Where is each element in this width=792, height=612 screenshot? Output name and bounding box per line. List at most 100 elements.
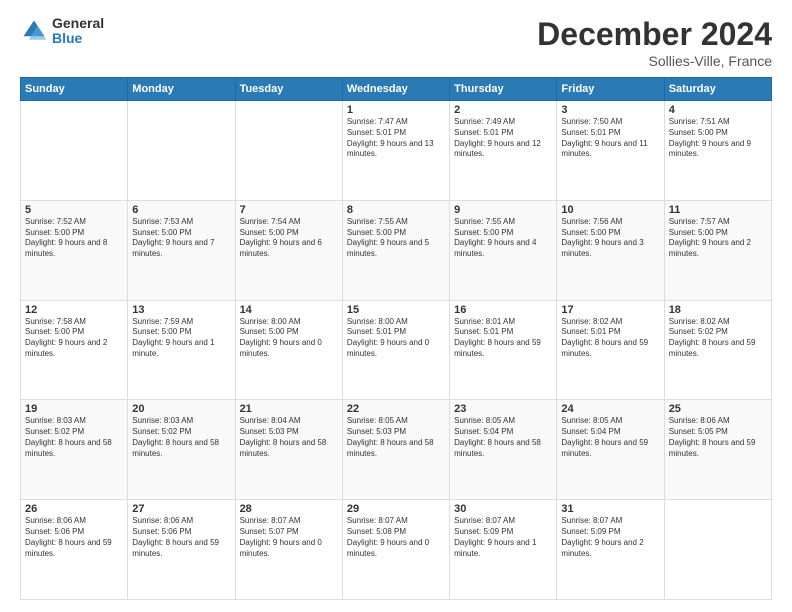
logo-general-text: General xyxy=(52,16,104,31)
calendar-cell: 7Sunrise: 7:54 AMSunset: 5:00 PMDaylight… xyxy=(235,200,342,300)
calendar-cell: 31Sunrise: 8:07 AMSunset: 5:09 PMDayligh… xyxy=(557,500,664,600)
calendar-cell: 30Sunrise: 8:07 AMSunset: 5:09 PMDayligh… xyxy=(450,500,557,600)
calendar-cell: 5Sunrise: 7:52 AMSunset: 5:00 PMDaylight… xyxy=(21,200,128,300)
day-info: Sunrise: 8:04 AMSunset: 5:03 PMDaylight:… xyxy=(240,416,338,459)
calendar-cell: 1Sunrise: 7:47 AMSunset: 5:01 PMDaylight… xyxy=(342,101,449,201)
calendar-cell: 9Sunrise: 7:55 AMSunset: 5:00 PMDaylight… xyxy=(450,200,557,300)
header: General Blue December 2024 Sollies-Ville… xyxy=(20,16,772,69)
day-number: 7 xyxy=(240,204,338,216)
col-thursday: Thursday xyxy=(450,78,557,101)
calendar-cell: 25Sunrise: 8:06 AMSunset: 5:05 PMDayligh… xyxy=(664,400,771,500)
calendar-cell: 27Sunrise: 8:06 AMSunset: 5:06 PMDayligh… xyxy=(128,500,235,600)
day-number: 23 xyxy=(454,403,552,415)
location: Sollies-Ville, France xyxy=(537,53,772,69)
logo-icon xyxy=(20,17,48,45)
calendar-cell: 4Sunrise: 7:51 AMSunset: 5:00 PMDaylight… xyxy=(664,101,771,201)
calendar-cell: 26Sunrise: 8:06 AMSunset: 5:06 PMDayligh… xyxy=(21,500,128,600)
calendar-cell: 13Sunrise: 7:59 AMSunset: 5:00 PMDayligh… xyxy=(128,300,235,400)
day-number: 13 xyxy=(132,304,230,316)
day-number: 28 xyxy=(240,503,338,515)
col-sunday: Sunday xyxy=(21,78,128,101)
day-number: 6 xyxy=(132,204,230,216)
day-info: Sunrise: 8:03 AMSunset: 5:02 PMDaylight:… xyxy=(25,416,123,459)
calendar-table: Sunday Monday Tuesday Wednesday Thursday… xyxy=(20,77,772,600)
logo-blue-text: Blue xyxy=(52,31,104,46)
calendar-cell: 3Sunrise: 7:50 AMSunset: 5:01 PMDaylight… xyxy=(557,101,664,201)
day-info: Sunrise: 8:00 AMSunset: 5:00 PMDaylight:… xyxy=(240,317,338,360)
calendar-row: 26Sunrise: 8:06 AMSunset: 5:06 PMDayligh… xyxy=(21,500,772,600)
day-info: Sunrise: 8:02 AMSunset: 5:02 PMDaylight:… xyxy=(669,317,767,360)
calendar-cell: 21Sunrise: 8:04 AMSunset: 5:03 PMDayligh… xyxy=(235,400,342,500)
calendar-cell xyxy=(128,101,235,201)
calendar-row: 1Sunrise: 7:47 AMSunset: 5:01 PMDaylight… xyxy=(21,101,772,201)
calendar-header: Sunday Monday Tuesday Wednesday Thursday… xyxy=(21,78,772,101)
calendar: Sunday Monday Tuesday Wednesday Thursday… xyxy=(20,77,772,600)
calendar-cell: 19Sunrise: 8:03 AMSunset: 5:02 PMDayligh… xyxy=(21,400,128,500)
day-info: Sunrise: 8:06 AMSunset: 5:06 PMDaylight:… xyxy=(132,516,230,559)
calendar-cell: 6Sunrise: 7:53 AMSunset: 5:00 PMDaylight… xyxy=(128,200,235,300)
day-number: 8 xyxy=(347,204,445,216)
calendar-row: 19Sunrise: 8:03 AMSunset: 5:02 PMDayligh… xyxy=(21,400,772,500)
day-info: Sunrise: 7:55 AMSunset: 5:00 PMDaylight:… xyxy=(347,217,445,260)
day-info: Sunrise: 8:07 AMSunset: 5:09 PMDaylight:… xyxy=(454,516,552,559)
calendar-cell xyxy=(235,101,342,201)
day-number: 16 xyxy=(454,304,552,316)
day-info: Sunrise: 8:07 AMSunset: 5:09 PMDaylight:… xyxy=(561,516,659,559)
day-info: Sunrise: 8:01 AMSunset: 5:01 PMDaylight:… xyxy=(454,317,552,360)
day-number: 14 xyxy=(240,304,338,316)
day-number: 21 xyxy=(240,403,338,415)
day-info: Sunrise: 7:47 AMSunset: 5:01 PMDaylight:… xyxy=(347,117,445,160)
day-number: 29 xyxy=(347,503,445,515)
day-number: 1 xyxy=(347,104,445,116)
calendar-cell: 11Sunrise: 7:57 AMSunset: 5:00 PMDayligh… xyxy=(664,200,771,300)
calendar-cell: 20Sunrise: 8:03 AMSunset: 5:02 PMDayligh… xyxy=(128,400,235,500)
col-wednesday: Wednesday xyxy=(342,78,449,101)
day-info: Sunrise: 7:52 AMSunset: 5:00 PMDaylight:… xyxy=(25,217,123,260)
day-number: 3 xyxy=(561,104,659,116)
calendar-cell: 18Sunrise: 8:02 AMSunset: 5:02 PMDayligh… xyxy=(664,300,771,400)
logo: General Blue xyxy=(20,16,104,47)
calendar-body: 1Sunrise: 7:47 AMSunset: 5:01 PMDaylight… xyxy=(21,101,772,600)
calendar-cell: 23Sunrise: 8:05 AMSunset: 5:04 PMDayligh… xyxy=(450,400,557,500)
col-tuesday: Tuesday xyxy=(235,78,342,101)
day-number: 30 xyxy=(454,503,552,515)
day-info: Sunrise: 7:51 AMSunset: 5:00 PMDaylight:… xyxy=(669,117,767,160)
day-number: 12 xyxy=(25,304,123,316)
day-number: 18 xyxy=(669,304,767,316)
day-number: 22 xyxy=(347,403,445,415)
day-number: 9 xyxy=(454,204,552,216)
day-info: Sunrise: 8:02 AMSunset: 5:01 PMDaylight:… xyxy=(561,317,659,360)
calendar-cell xyxy=(664,500,771,600)
day-info: Sunrise: 8:05 AMSunset: 5:04 PMDaylight:… xyxy=(561,416,659,459)
calendar-cell: 24Sunrise: 8:05 AMSunset: 5:04 PMDayligh… xyxy=(557,400,664,500)
calendar-cell: 16Sunrise: 8:01 AMSunset: 5:01 PMDayligh… xyxy=(450,300,557,400)
day-info: Sunrise: 7:59 AMSunset: 5:00 PMDaylight:… xyxy=(132,317,230,360)
day-info: Sunrise: 8:03 AMSunset: 5:02 PMDaylight:… xyxy=(132,416,230,459)
day-number: 10 xyxy=(561,204,659,216)
day-info: Sunrise: 7:49 AMSunset: 5:01 PMDaylight:… xyxy=(454,117,552,160)
col-saturday: Saturday xyxy=(664,78,771,101)
day-info: Sunrise: 8:06 AMSunset: 5:06 PMDaylight:… xyxy=(25,516,123,559)
calendar-row: 12Sunrise: 7:58 AMSunset: 5:00 PMDayligh… xyxy=(21,300,772,400)
day-number: 5 xyxy=(25,204,123,216)
calendar-cell: 12Sunrise: 7:58 AMSunset: 5:00 PMDayligh… xyxy=(21,300,128,400)
calendar-cell: 29Sunrise: 8:07 AMSunset: 5:08 PMDayligh… xyxy=(342,500,449,600)
page: General Blue December 2024 Sollies-Ville… xyxy=(0,0,792,612)
day-number: 2 xyxy=(454,104,552,116)
calendar-cell: 8Sunrise: 7:55 AMSunset: 5:00 PMDaylight… xyxy=(342,200,449,300)
calendar-cell xyxy=(21,101,128,201)
day-number: 20 xyxy=(132,403,230,415)
calendar-cell: 22Sunrise: 8:05 AMSunset: 5:03 PMDayligh… xyxy=(342,400,449,500)
title-area: December 2024 Sollies-Ville, France xyxy=(537,16,772,69)
day-number: 31 xyxy=(561,503,659,515)
month-title: December 2024 xyxy=(537,16,772,53)
calendar-cell: 15Sunrise: 8:00 AMSunset: 5:01 PMDayligh… xyxy=(342,300,449,400)
calendar-cell: 2Sunrise: 7:49 AMSunset: 5:01 PMDaylight… xyxy=(450,101,557,201)
logo-text: General Blue xyxy=(52,16,104,47)
calendar-cell: 14Sunrise: 8:00 AMSunset: 5:00 PMDayligh… xyxy=(235,300,342,400)
day-number: 15 xyxy=(347,304,445,316)
col-monday: Monday xyxy=(128,78,235,101)
day-number: 24 xyxy=(561,403,659,415)
col-friday: Friday xyxy=(557,78,664,101)
day-info: Sunrise: 8:07 AMSunset: 5:08 PMDaylight:… xyxy=(347,516,445,559)
